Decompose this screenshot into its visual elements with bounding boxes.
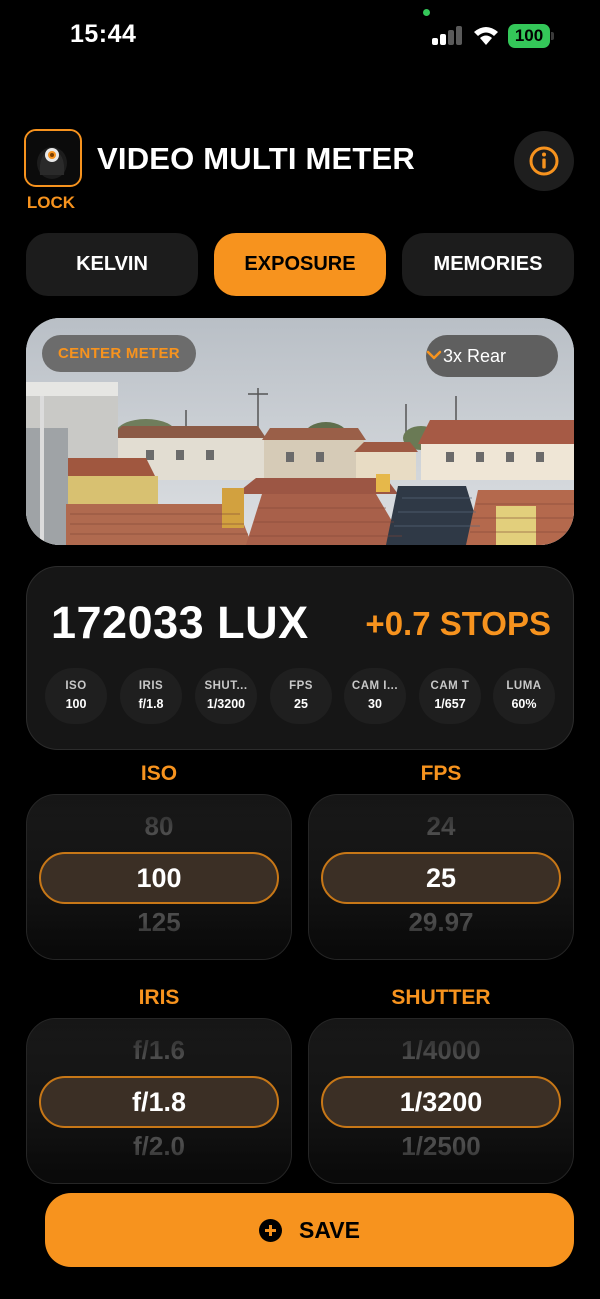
picker-next-value[interactable]: 125: [27, 907, 291, 938]
metric-label: FPS: [289, 680, 313, 692]
lock-app-icon: [26, 131, 79, 184]
picker-next-value[interactable]: 1/2500: [309, 1131, 573, 1162]
metric-luma: LUMA 60%: [493, 668, 555, 724]
picker-prev-value[interactable]: 80: [27, 811, 291, 842]
metric-iris: IRIS f/1.8: [120, 668, 182, 724]
metric-iso: ISO 100: [45, 668, 107, 724]
picker-selected-value[interactable]: f/1.8: [39, 1076, 279, 1128]
metric-value: 60%: [511, 697, 537, 711]
tab-memories[interactable]: MEMORIES: [402, 233, 574, 296]
camera-preview[interactable]: CENTER METER 3x Rear: [26, 318, 574, 545]
metric-fps: FPS 25: [270, 668, 332, 724]
save-button-label: SAVE: [299, 1217, 360, 1243]
metric-label: IRIS: [138, 680, 164, 692]
picker-prev-value[interactable]: 1/4000: [309, 1035, 573, 1066]
metric-label: CAM T: [430, 680, 470, 692]
lens-selector[interactable]: 3x Rear: [426, 335, 558, 377]
picker-next-value[interactable]: f/2.0: [27, 1131, 291, 1162]
iris-picker[interactable]: f/1.6 f/2.0 f/1.8: [26, 1018, 292, 1184]
battery-icon: 100: [508, 24, 554, 48]
picker-selected-value[interactable]: 25: [321, 852, 561, 904]
metric-value: 25: [294, 697, 308, 711]
tab-exposure[interactable]: EXPOSURE: [214, 233, 386, 296]
shutter-picker-label: SHUTTER: [391, 986, 491, 1009]
lock-label: LOCK: [26, 193, 76, 212]
camera-in-use-indicator: [423, 9, 430, 16]
metric-cam-iso: CAM I... 30: [344, 668, 406, 724]
signal-icon: [432, 25, 464, 45]
chevron-down-icon: [426, 350, 442, 360]
tab-kelvin[interactable]: KELVIN: [26, 233, 198, 296]
exposure-reading-card: 172033 LUX +0.7 STOPS ISO 100 IRIS f/1.8…: [26, 566, 574, 750]
center-meter-button[interactable]: CENTER METER: [42, 335, 196, 372]
stops-reading: +0.7 STOPS: [365, 605, 551, 642]
battery-level: 100: [508, 24, 550, 48]
metric-cam-t: CAM T 1/657: [419, 668, 481, 724]
wifi-icon: [474, 27, 498, 45]
fps-picker[interactable]: 24 29.97 25: [308, 794, 574, 960]
shutter-picker[interactable]: 1/4000 1/2500 1/3200: [308, 1018, 574, 1184]
save-button[interactable]: SAVE: [45, 1193, 574, 1267]
iris-picker-label: IRIS: [138, 986, 180, 1009]
picker-prev-value[interactable]: f/1.6: [27, 1035, 291, 1066]
metric-value: 1/657: [434, 697, 466, 711]
metric-shutter: SHUT... 1/3200: [195, 668, 257, 724]
metric-value: 30: [368, 697, 382, 711]
metric-value: 100: [65, 697, 87, 711]
iso-picker[interactable]: 80 125 100: [26, 794, 292, 960]
picker-selected-value[interactable]: 100: [39, 852, 279, 904]
app-title: VIDEO MULTI METER: [97, 141, 415, 176]
metric-label: SHUT...: [204, 680, 248, 692]
metric-label: LUMA: [506, 680, 542, 692]
picker-prev-value[interactable]: 24: [309, 811, 573, 842]
info-button[interactable]: [514, 131, 574, 191]
metric-value: 1/3200: [206, 697, 246, 711]
status-bar: 15:44 100: [0, 0, 600, 70]
metric-value: f/1.8: [138, 697, 164, 711]
info-icon: [529, 146, 559, 176]
lens-selector-label: 3x Rear: [443, 346, 507, 366]
plus-circle-icon: [259, 1219, 282, 1242]
lux-reading: 172033 LUX: [51, 597, 309, 648]
lock-button[interactable]: [24, 129, 82, 187]
iso-picker-label: ISO: [140, 762, 178, 785]
metric-label: CAM I...: [351, 680, 399, 692]
picker-next-value[interactable]: 29.97: [309, 907, 573, 938]
status-time: 15:44: [70, 20, 137, 48]
metric-label: ISO: [65, 680, 87, 692]
fps-picker-label: FPS: [420, 762, 462, 785]
picker-selected-value[interactable]: 1/3200: [321, 1076, 561, 1128]
